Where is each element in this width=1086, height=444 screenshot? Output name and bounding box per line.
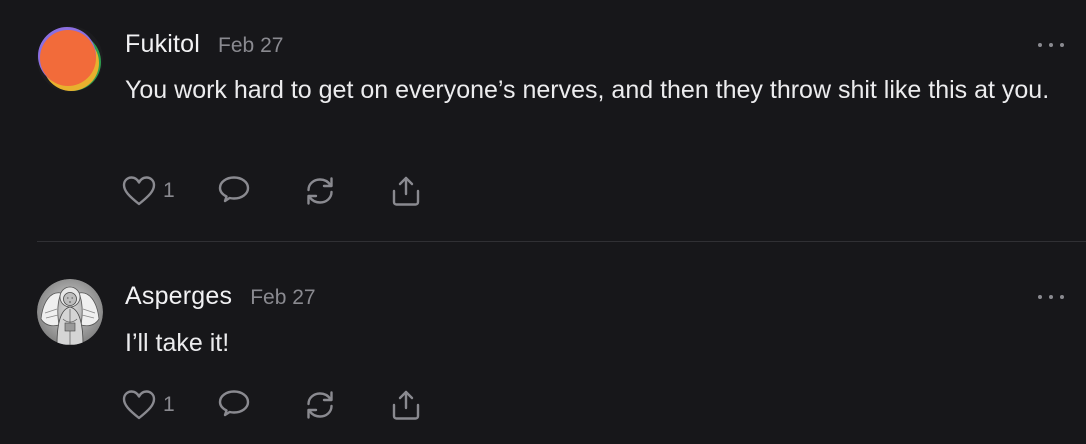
avatar[interactable] bbox=[37, 279, 103, 345]
share-button[interactable] bbox=[389, 389, 423, 421]
post-header: Fukitol Feb 27 bbox=[125, 30, 283, 59]
like-button[interactable]: 1 bbox=[122, 389, 217, 421]
post-text: I’ll take it! bbox=[125, 329, 230, 357]
ellipsis-icon[interactable] bbox=[1038, 38, 1064, 52]
avatar-image bbox=[37, 26, 103, 92]
repost-arrows-icon bbox=[307, 177, 333, 205]
speech-bubble-icon bbox=[218, 390, 250, 417]
post-date[interactable]: Feb 27 bbox=[218, 34, 283, 58]
repost-button[interactable] bbox=[303, 389, 389, 421]
post-date[interactable]: Feb 27 bbox=[250, 286, 315, 310]
like-count: 1 bbox=[163, 179, 175, 202]
repost-button[interactable] bbox=[303, 175, 389, 207]
post-header: Asperges Feb 27 bbox=[125, 282, 316, 311]
avatar[interactable] bbox=[37, 26, 103, 92]
heart-icon bbox=[122, 176, 156, 206]
repost-arrows-icon bbox=[307, 391, 333, 419]
angel-icon bbox=[37, 279, 103, 345]
post: Asperges Feb 27 I’ll take it! 1 bbox=[0, 242, 1086, 444]
author-name[interactable]: Fukitol bbox=[125, 30, 200, 59]
action-bar: 1 bbox=[122, 174, 423, 208]
speech-bubble-icon bbox=[218, 176, 250, 203]
share-upload-icon bbox=[392, 176, 420, 206]
share-upload-icon bbox=[392, 390, 420, 420]
post-text: You work hard to get on everyone’s nerve… bbox=[125, 76, 1050, 104]
post: Fukitol Feb 27 You work hard to get on e… bbox=[0, 0, 1086, 241]
action-bar: 1 bbox=[122, 388, 423, 422]
author-name[interactable]: Asperges bbox=[125, 282, 232, 311]
reply-button[interactable] bbox=[217, 175, 303, 207]
heart-icon bbox=[122, 390, 156, 420]
ellipsis-icon[interactable] bbox=[1038, 290, 1064, 304]
share-button[interactable] bbox=[389, 175, 423, 207]
like-count: 1 bbox=[163, 393, 175, 416]
like-button[interactable]: 1 bbox=[122, 175, 217, 207]
reply-button[interactable] bbox=[217, 389, 303, 421]
